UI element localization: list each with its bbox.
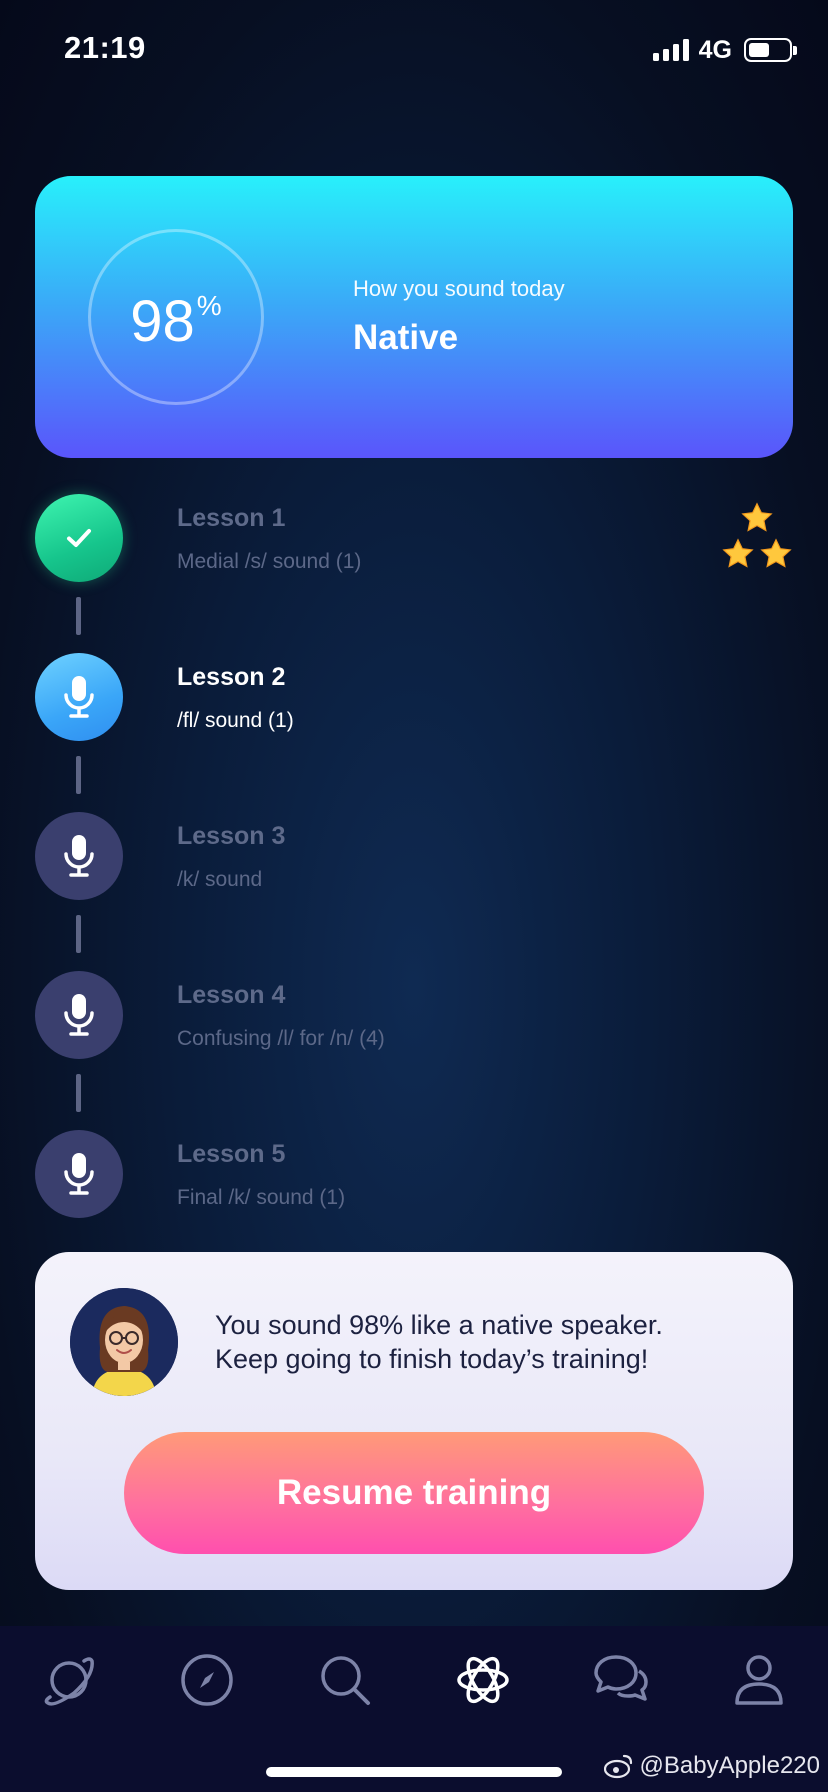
network-type: 4G	[698, 35, 732, 64]
lesson-title: Lesson 3	[177, 822, 286, 850]
coach-card: You sound 98% like a native speaker. Kee…	[35, 1252, 793, 1590]
star-icon	[741, 502, 773, 532]
score-value: 98%	[91, 288, 261, 355]
score-caption: How you sound today	[353, 276, 565, 301]
status-time: 21:19	[64, 30, 146, 65]
tab-discover[interactable]	[175, 1648, 239, 1712]
tab-profile[interactable]	[727, 1648, 791, 1712]
star-icon	[722, 538, 754, 568]
weibo-icon	[603, 1754, 632, 1779]
tab-training[interactable]	[451, 1648, 515, 1712]
lesson-connector	[76, 915, 81, 953]
lesson-item-5[interactable]: Lesson 5 Final /k/ sound (1)	[0, 1130, 828, 1220]
lesson-subtitle: /fl/ sound (1)	[177, 709, 294, 732]
star-icon	[760, 538, 792, 568]
lesson-status-locked	[35, 1130, 123, 1218]
profile-icon	[735, 1655, 783, 1705]
coach-message: You sound 98% like a native speaker. Kee…	[215, 1308, 755, 1376]
status-bar: 21:19 4G	[0, 0, 828, 100]
microphone-icon	[64, 994, 94, 1036]
lesson-connector	[76, 597, 81, 635]
resume-training-button[interactable]: Resume training	[124, 1432, 704, 1554]
lesson-item-3[interactable]: Lesson 3 /k/ sound	[0, 812, 828, 902]
chat-icon	[594, 1655, 648, 1701]
watermark-text: @BabyApple220	[639, 1752, 821, 1779]
lesson-title: Lesson 1	[177, 504, 286, 532]
compass-icon	[181, 1654, 233, 1706]
microphone-icon	[64, 676, 94, 718]
cellular-signal-icon	[652, 39, 689, 61]
planet-icon	[44, 1657, 94, 1706]
lesson-status-completed	[35, 494, 123, 582]
microphone-icon	[64, 835, 94, 877]
lesson-connector	[76, 756, 81, 794]
coach-message-line-2: Keep going to finish today’s training!	[215, 1344, 649, 1374]
score-ring: 98%	[88, 229, 264, 405]
check-icon	[67, 529, 91, 547]
lesson-status-current	[35, 653, 123, 741]
status-indicators: 4G	[652, 35, 797, 64]
battery-icon	[744, 38, 797, 62]
lesson-connector	[76, 1074, 81, 1112]
lesson-subtitle: Final /k/ sound (1)	[177, 1186, 346, 1209]
microphone-icon	[64, 1153, 94, 1195]
score-unit: %	[196, 290, 222, 321]
lesson-subtitle: Medial /s/ sound (1)	[177, 550, 362, 573]
home-indicator[interactable]	[266, 1767, 562, 1777]
lesson-status-locked	[35, 971, 123, 1059]
lesson-item-1[interactable]: Lesson 1 Medial /s/ sound (1)	[0, 494, 828, 584]
atom-icon	[457, 1656, 509, 1704]
tab-chat[interactable]	[589, 1648, 653, 1712]
tab-planet[interactable]	[37, 1648, 101, 1712]
score-number: 98	[130, 289, 195, 354]
lesson-title: Lesson 4	[177, 981, 286, 1009]
coach-message-line-1: You sound 98% like a native speaker.	[215, 1310, 663, 1340]
star-rating	[718, 500, 798, 580]
lesson-item-4[interactable]: Lesson 4 Confusing /l/ for /n/ (4)	[0, 971, 828, 1061]
lesson-subtitle: Confusing /l/ for /n/ (4)	[177, 1027, 385, 1050]
lesson-title: Lesson 5	[177, 1140, 286, 1168]
score-card[interactable]: 98% How you sound today Native	[35, 176, 793, 458]
tab-search[interactable]	[313, 1648, 377, 1712]
search-icon	[321, 1656, 370, 1705]
watermark: @BabyApple220	[603, 1752, 821, 1780]
score-level: Native	[353, 318, 459, 357]
lesson-item-2[interactable]: Lesson 2 /fl/ sound (1)	[0, 653, 828, 743]
lesson-status-locked	[35, 812, 123, 900]
coach-avatar	[70, 1288, 178, 1396]
lesson-title: Lesson 2	[177, 663, 286, 691]
lesson-subtitle: /k/ sound	[177, 868, 263, 891]
